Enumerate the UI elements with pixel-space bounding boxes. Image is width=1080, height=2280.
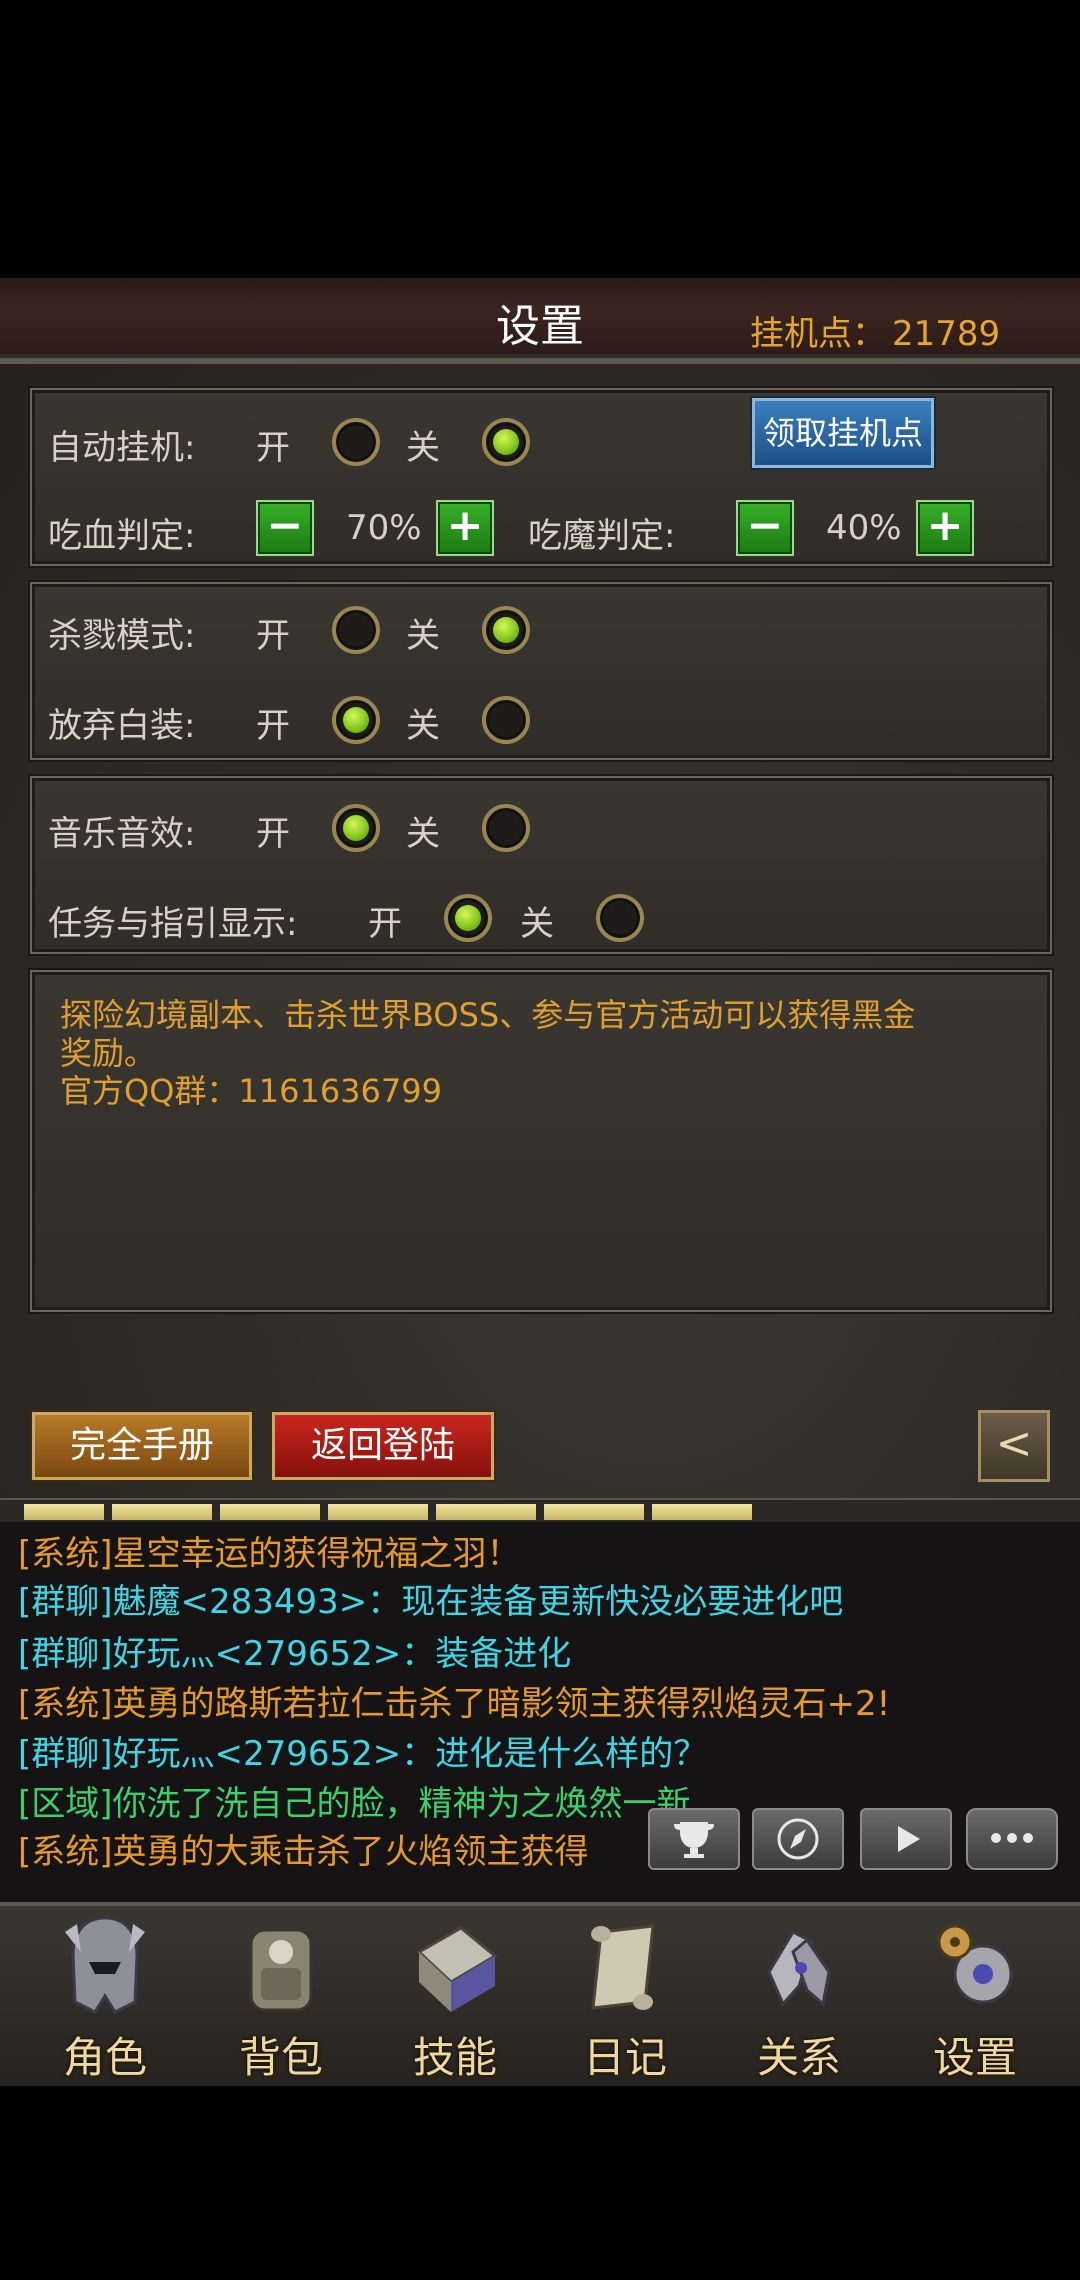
hp-minus-button[interactable]: − (256, 500, 314, 556)
hp-threshold-value: 70% (346, 508, 422, 548)
trophy-icon[interactable] (648, 1808, 740, 1870)
xp-segment (652, 1504, 752, 1520)
chat-line: [系统]英勇的路斯若拉仁击杀了暗影领主获得烈焰灵石+2! (18, 1684, 891, 1724)
hp-threshold-label: 吃血判定: (48, 516, 196, 556)
music-label: 音乐音效: (48, 814, 196, 854)
notice-panel: 探险幻境副本、击杀世界BOSS、参与官方活动可以获得黑金 奖励。 官方QQ群：1… (30, 970, 1052, 1312)
nav-journal[interactable]: 日记 (550, 1912, 700, 2082)
mp-threshold-label: 吃魔判定: (528, 516, 676, 556)
experience-bar (0, 1498, 1080, 1524)
notice-line-1: 探险幻境副本、击杀世界BOSS、参与官方活动可以获得黑金 (60, 996, 916, 1034)
nav-label-relations: 关系 (756, 2033, 841, 2082)
notice-text: 探险幻境副本、击杀世界BOSS、参与官方活动可以获得黑金 奖励。 官方QQ群：1… (60, 996, 1020, 1110)
xp-segment (24, 1504, 104, 1520)
guide-on-label: 开 (368, 904, 402, 944)
nav-label-settings: 设置 (932, 2033, 1017, 2082)
notice-line-3: 官方QQ群：1161636799 (60, 1072, 442, 1110)
kill-off-radio[interactable] (482, 606, 530, 654)
auto-off-radio[interactable] (482, 418, 530, 466)
xp-segment (436, 1504, 536, 1520)
nav-character[interactable]: 角色 (30, 1912, 180, 2082)
nav-label-character: 角色 (62, 2033, 147, 2082)
auto-battle-label: 自动挂机: (48, 428, 196, 468)
drop-off-label: 关 (406, 706, 440, 746)
chat-line: [区域]你洗了洗自己的脸，精神为之焕然一新... (18, 1784, 723, 1824)
back-button[interactable]: < (978, 1410, 1050, 1482)
full-manual-button[interactable]: 完全手册 (32, 1412, 252, 1480)
music-on-label: 开 (256, 814, 290, 854)
mp-threshold-value: 40% (826, 508, 902, 548)
drop-off-radio[interactable] (482, 696, 530, 744)
idle-points-label: 挂机点： (750, 314, 886, 354)
drop-on-label: 开 (256, 706, 290, 746)
spellbook-icon (416, 1926, 498, 2012)
play-icon[interactable] (860, 1808, 952, 1870)
compass-icon[interactable] (752, 1808, 844, 1870)
nav-label-skills: 技能 (412, 2033, 497, 2082)
music-off-label: 关 (406, 814, 440, 854)
chat-line: [群聊]好玩灬<279652>：进化是什么样的？ (18, 1734, 708, 1774)
chat-line: [群聊]魅魔<283493>：现在装备更新快没必要进化吧 (18, 1582, 844, 1622)
scroll-icon (591, 1924, 655, 2010)
drop-on-radio[interactable] (332, 696, 380, 744)
return-login-button[interactable]: 返回登陆 (272, 1412, 494, 1480)
nav-skills[interactable]: 技能 (380, 1912, 530, 2082)
xp-segment (220, 1504, 320, 1520)
chat-panel[interactable]: [系统]星空幸运的获得祝福之羽！ [群聊]魅魔<283493>：现在装备更新快没… (0, 1522, 1080, 1902)
xp-segment (112, 1504, 212, 1520)
guide-off-radio[interactable] (596, 894, 644, 942)
gear-icon (937, 1924, 1013, 2004)
nav-label-journal: 日记 (582, 2033, 667, 2082)
auto-on-radio[interactable] (332, 418, 380, 466)
backpack-icon (249, 1928, 313, 2012)
kill-on-radio[interactable] (332, 606, 380, 654)
chat-line: [系统]英勇的大乘击杀了火焰领主获得 (18, 1832, 589, 1872)
notice-line-2: 奖励。 (60, 1034, 157, 1072)
guide-display-label: 任务与指引显示: (48, 904, 298, 944)
kill-off-label: 关 (406, 616, 440, 656)
idle-points: 挂机点： 21789 (750, 306, 1000, 355)
kill-mode-label: 杀戮模式: (48, 616, 196, 656)
audio-panel: 音乐音效: 开 关 任务与指引显示: 开 关 (30, 776, 1052, 954)
mp-minus-button[interactable]: − (736, 500, 794, 556)
nav-relations[interactable]: 关系 (724, 1912, 874, 2082)
music-off-radio[interactable] (482, 804, 530, 852)
claim-idle-points-button[interactable]: 领取挂机点 (752, 398, 934, 468)
guide-off-label: 关 (520, 904, 554, 944)
nav-label-bag: 背包 (238, 2033, 323, 2082)
xp-segment (544, 1504, 644, 1520)
guide-on-radio[interactable] (444, 894, 492, 942)
nav-settings[interactable]: 设置 (900, 1912, 1050, 2082)
auto-on-label: 开 (256, 428, 290, 468)
nav-bag[interactable]: 背包 (206, 1912, 356, 2082)
mp-plus-button[interactable]: + (916, 500, 974, 556)
chat-line: [系统]星空幸运的获得祝福之羽！ (18, 1534, 521, 1574)
idle-points-value: 21789 (892, 314, 1001, 354)
combat-panel: 杀戮模式: 开 关 放弃白装: 开 关 (30, 582, 1052, 760)
helmet-icon (65, 1916, 145, 2014)
kill-on-label: 开 (256, 616, 290, 656)
chat-line: [群聊]好玩灬<279652>：装备进化 (18, 1634, 572, 1674)
settings-body: 自动挂机: 开 关 吃血判定: − 70% + 吃魔判定: − 40% + 领取… (0, 364, 1080, 1498)
gauntlets-icon (767, 1930, 831, 2007)
chat-bubble-icon[interactable] (966, 1808, 1058, 1870)
xp-segment (328, 1504, 428, 1520)
music-on-radio[interactable] (332, 804, 380, 852)
auto-off-label: 关 (406, 428, 440, 468)
hp-plus-button[interactable]: + (436, 500, 494, 556)
drop-white-label: 放弃白装: (48, 706, 196, 746)
